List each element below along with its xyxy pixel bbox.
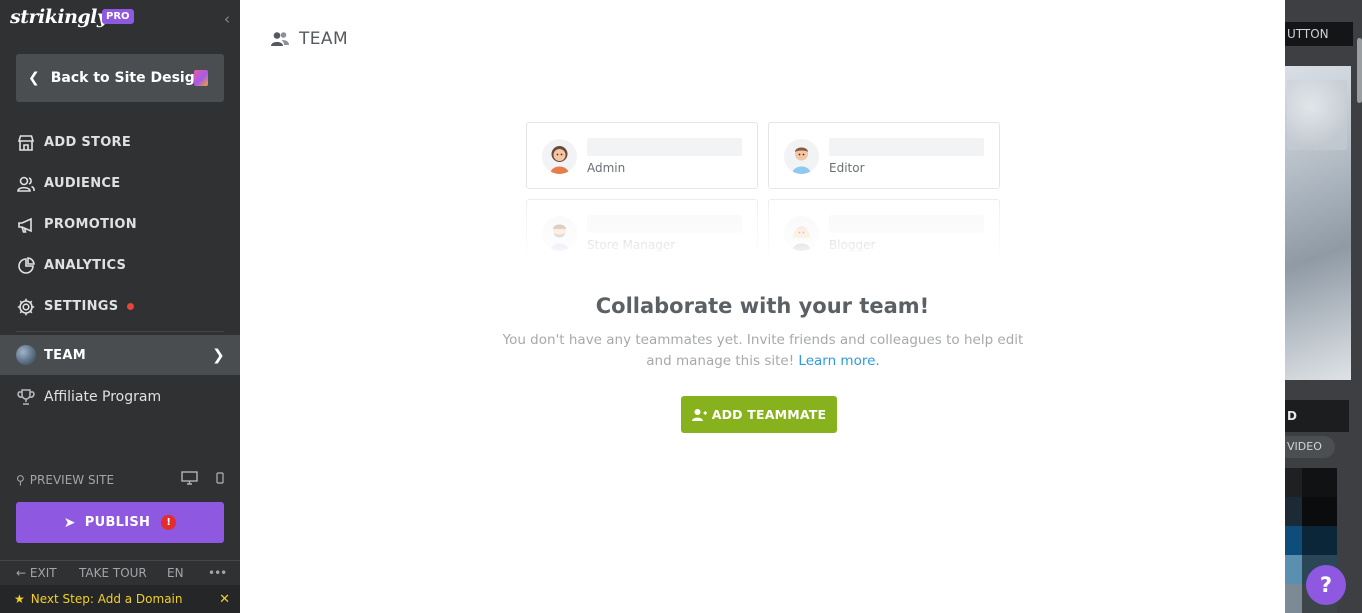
search-icon: ⚲ (16, 473, 25, 487)
swatch[interactable] (1302, 526, 1337, 555)
sidebar-item-settings[interactable]: SETTINGS (0, 286, 240, 327)
swatch[interactable] (1285, 497, 1302, 526)
sidebar-bottom-bar: ← EXIT TAKE TOUR EN ••• (0, 560, 240, 584)
team-panel: TEAM Admin Editor Store Manager Blogger … (240, 0, 1285, 613)
sidebar-item-label: ANALYTICS (44, 258, 127, 273)
next-step-label: Next Step: Add a Domain (30, 592, 183, 606)
sidebar-item-audience[interactable]: AUDIENCE (0, 163, 240, 204)
settings-alert-dot (127, 303, 135, 310)
sidebar-item-add-store[interactable]: ADD STORE (0, 122, 240, 163)
page-title-text: TEAM (299, 29, 349, 49)
sidebar-item-affiliate-program[interactable]: Affiliate Program (0, 376, 240, 417)
name-placeholder (587, 215, 742, 233)
publish-alert-badge: ! (161, 515, 177, 530)
role-label: Store Manager (587, 238, 676, 252)
close-icon[interactable]: ✕ (219, 592, 230, 607)
blogger-avatar (784, 216, 819, 251)
team-icon (271, 32, 289, 46)
sidebar-item-label: PROMOTION (44, 217, 137, 232)
pro-badge: PRO (102, 9, 134, 24)
audience-icon (17, 176, 35, 192)
swatch[interactable] (1302, 468, 1337, 497)
sidebar-item-label: AUDIENCE (44, 176, 121, 191)
role-card-blogger: Blogger (768, 199, 1000, 262)
role-card-editor: Editor (768, 122, 1000, 189)
trophy-icon (17, 388, 35, 405)
preview-site-row: ⚲ PREVIEW SITE (16, 471, 224, 489)
collaborate-headline: Collaborate with your team! (595, 294, 930, 318)
background-button-fragment[interactable]: UTTON (1285, 22, 1353, 46)
add-teammate-label: ADD TEAMMATE (711, 407, 827, 422)
megaphone-icon (18, 217, 32, 233)
background-label-fragment: D (1285, 400, 1349, 432)
strikingly-logo[interactable]: strikingly (10, 6, 108, 28)
admin-avatar (542, 139, 577, 174)
description-text: You don't have any teammates yet. Invite… (502, 332, 1024, 369)
preview-site-link[interactable]: PREVIEW SITE (30, 473, 114, 487)
exit-link[interactable]: ← EXIT (16, 566, 57, 580)
publish-button[interactable]: ➤ PUBLISH ! (16, 502, 224, 543)
role-card-store-manager: Store Manager (526, 199, 758, 262)
video-tab[interactable]: VIDEO (1285, 436, 1335, 458)
role-cards: Admin Editor Store Manager Blogger (526, 122, 1001, 262)
add-user-icon (691, 408, 707, 421)
chevron-left-icon: ❮ (28, 70, 40, 86)
team-description: You don't have any teammates yet. Invite… (502, 330, 1024, 372)
swatch[interactable] (1302, 497, 1337, 526)
name-placeholder (829, 215, 984, 233)
language-selector[interactable]: EN (167, 566, 184, 580)
sidebar-item-label: TEAM (44, 347, 86, 363)
sidebar-item-team[interactable]: TEAM ❯ (0, 335, 240, 375)
editor-background: UTTON D VIDEO (1285, 0, 1362, 613)
learn-more-link[interactable]: Learn more. (798, 353, 879, 369)
collapse-sidebar-icon[interactable]: ‹ (224, 10, 230, 28)
sidebar-item-promotion[interactable]: PROMOTION (0, 204, 240, 245)
role-card-admin: Admin (526, 122, 758, 189)
site-design-icon (194, 70, 208, 86)
mobile-icon[interactable] (216, 472, 224, 484)
back-to-site-design-button[interactable]: ❮ Back to Site Design (16, 54, 224, 102)
gear-icon (17, 298, 35, 315)
store-manager-avatar (542, 216, 577, 251)
team-globe-icon (16, 345, 36, 365)
next-step-banner[interactable]: ★ Next Step: Add a Domain ✕ (0, 585, 240, 613)
swatch[interactable] (1285, 584, 1302, 613)
device-toggle (181, 471, 224, 485)
role-label: Admin (587, 161, 626, 175)
role-label: Blogger (829, 238, 876, 252)
publish-label: PUBLISH (84, 515, 151, 530)
sidebar-item-label: SETTINGS (44, 299, 119, 314)
back-button-label: Back to Site Design (50, 70, 205, 86)
editor-avatar (784, 139, 819, 174)
more-options-icon[interactable]: ••• (208, 566, 227, 580)
scrollbar[interactable] (1357, 38, 1362, 103)
arrow-left-icon: ← (16, 565, 27, 580)
swatch[interactable] (1285, 468, 1302, 497)
sidebar-item-label: ADD STORE (44, 135, 132, 150)
sidebar-item-analytics[interactable]: ANALYTICS (0, 245, 240, 286)
name-placeholder (587, 138, 742, 156)
name-placeholder (829, 138, 984, 156)
background-image-highlight (1287, 80, 1347, 150)
sidebar-divider (16, 331, 224, 332)
sidebar: strikingly PRO ‹ ❮ Back to Site Design A… (0, 0, 240, 613)
store-icon (17, 134, 35, 151)
swatch[interactable] (1285, 526, 1302, 555)
take-tour-link[interactable]: TAKE TOUR (79, 566, 147, 580)
desktop-icon[interactable] (181, 471, 198, 485)
role-label: Editor (829, 161, 865, 175)
add-teammate-button[interactable]: ADD TEAMMATE (681, 396, 837, 433)
rocket-icon: ➤ (63, 514, 76, 531)
star-icon: ★ (14, 592, 25, 606)
sidebar-item-label: Affiliate Program (44, 388, 162, 405)
chevron-right-icon: ❯ (212, 346, 225, 364)
swatch[interactable] (1285, 555, 1302, 584)
exit-label: EXIT (29, 565, 57, 580)
pie-chart-icon (18, 256, 35, 274)
page-title: TEAM (270, 29, 348, 49)
help-button[interactable]: ? (1306, 565, 1346, 605)
